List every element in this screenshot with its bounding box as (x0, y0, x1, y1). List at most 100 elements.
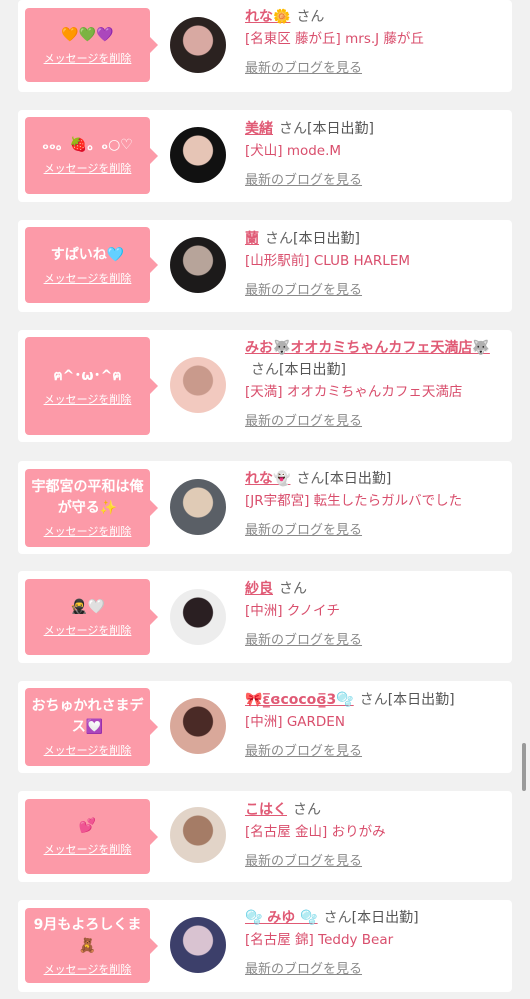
delete-message-link[interactable]: メッセージを削除 (44, 841, 132, 857)
avatar[interactable] (170, 17, 226, 73)
avatar[interactable] (170, 917, 226, 973)
honorific: さん (279, 581, 307, 597)
cast-info: れな🌼 さん [名東区 藤が丘] mrs.J 藤が丘 最新のブログを見る (245, 6, 507, 79)
honorific: さん (296, 9, 325, 25)
cast-info: 美緒 さん[本日出勤] [犬山] mode.M 最新のブログを見る (245, 118, 507, 191)
message-bubble: おちゅかれさまデス💟 メッセージを削除 (25, 688, 158, 766)
honorific: さん (265, 231, 293, 247)
delete-message-link[interactable]: メッセージを削除 (44, 622, 132, 638)
cast-name-link[interactable]: 美緒 (245, 121, 273, 137)
name-line: みお🐺オオカミちゃんカフェ天満店🐺 さん[本日出勤] (245, 337, 507, 381)
cast-name-link[interactable]: 蘭 (245, 231, 259, 247)
name-line: 蘭さん[本日出勤] (245, 228, 507, 250)
message-text: 宇都宮の平和は俺が守る✨ (31, 479, 144, 516)
cast-name-link[interactable]: れな🌼 (245, 9, 290, 25)
message-bubble: 9月もよろしくま🧸 メッセージを削除 (25, 908, 158, 983)
message-text: おちゅかれさまデス💟 (31, 698, 144, 735)
cast-name-link[interactable]: れな👻 (245, 471, 290, 487)
cast-info: 🎀ɛ̲̅ɞcocoɞ̲̅3🫧 さん[本日出勤] [中洲] GARDEN 最新のブロ… (245, 689, 507, 762)
honorific: さん (251, 362, 279, 378)
message-card: おちゅかれさまデス💟 メッセージを削除 🎀ɛ̲̅ɞcocoɞ̲̅3🫧 さん[本日出… (18, 681, 512, 773)
delete-message-link[interactable]: メッセージを削除 (44, 742, 132, 758)
cast-info: 蘭さん[本日出勤] [山形駅前] CLUB HARLEM 最新のブログを見る (245, 228, 507, 301)
shop-label: [天満] オオカミちゃんカフェ天満店 (245, 384, 463, 400)
cast-info: みお🐺オオカミちゃんカフェ天満店🐺 さん[本日出勤] [天満] オオカミちゃんカフ… (245, 337, 507, 432)
cast-name-link[interactable]: みお🐺オオカミちゃんカフェ天満店🐺 (245, 340, 490, 356)
status-badge: [本日出勤] (387, 692, 455, 708)
shop-label: [JR宇都宮] 転生したらガルバでした (245, 493, 463, 509)
shop-label: [名東区 藤が丘] mrs.J 藤が丘 (245, 31, 424, 47)
name-line: こはく さん (245, 799, 507, 821)
delete-message-link[interactable]: メッセージを削除 (44, 961, 132, 977)
shop-label: [中洲] クノイチ (245, 603, 341, 619)
shop-label: [名古屋 金山] おりがみ (245, 824, 386, 840)
delete-message-link[interactable]: メッセージを削除 (44, 50, 132, 66)
avatar[interactable] (170, 237, 226, 293)
message-text: ฅ^･ω･^ฅ (53, 367, 122, 384)
name-line: 🎀ɛ̲̅ɞcocoɞ̲̅3🫧 さん[本日出勤] (245, 689, 507, 711)
shop-label: [山形駅前] CLUB HARLEM (245, 253, 410, 269)
honorific: さん (279, 121, 307, 137)
honorific: さん (293, 802, 321, 818)
message-text: 🧡💚💜 (61, 26, 114, 43)
delete-message-link[interactable]: メッセージを削除 (44, 270, 132, 286)
message-bubble: すぱいね🩵 メッセージを削除 (25, 227, 158, 303)
message-text: 💕 (78, 818, 97, 834)
latest-blog-link[interactable]: 最新のブログを見る (245, 412, 362, 432)
cast-info: 紗良 さん [中洲] クノイチ 最新のブログを見る (245, 578, 507, 651)
delete-message-link[interactable]: メッセージを削除 (44, 523, 132, 539)
avatar[interactable] (170, 357, 226, 413)
status-badge: [本日出勤] (351, 910, 419, 926)
avatar[interactable] (170, 127, 226, 183)
message-card: 🧡💚💜 メッセージを削除 れな🌼 さん [名東区 藤が丘] mrs.J 藤が丘 最… (18, 0, 512, 92)
latest-blog-link[interactable]: 最新のブログを見る (245, 521, 362, 541)
message-text: すぱいね🩵 (50, 246, 125, 263)
delete-message-link[interactable]: メッセージを削除 (44, 391, 132, 407)
latest-blog-link[interactable]: 最新のブログを見る (245, 281, 362, 301)
message-bubble: 🧡💚💜 メッセージを削除 (25, 8, 158, 82)
message-text: ₒₒ。🍓。ₒ○♡ (42, 137, 133, 153)
message-card: 🥷🤍 メッセージを削除 紗良 さん [中洲] クノイチ 最新のブログを見る (18, 571, 512, 663)
cast-info: れな👻 さん[本日出勤] [JR宇都宮] 転生したらガルバでした 最新のブログを見… (245, 468, 507, 541)
status-badge: [本日出勤] (279, 362, 346, 378)
latest-blog-link[interactable]: 最新のブログを見る (245, 171, 362, 191)
latest-blog-link[interactable]: 最新のブログを見る (245, 960, 362, 980)
honorific: さん (359, 692, 388, 708)
latest-blog-link[interactable]: 最新のブログを見る (245, 631, 362, 651)
message-bubble: ₒₒ。🍓。ₒ○♡ メッセージを削除 (25, 117, 158, 194)
cast-info: こはく さん [名古屋 金山] おりがみ 最新のブログを見る (245, 799, 507, 872)
cast-name-link[interactable]: 紗良 (245, 581, 273, 597)
latest-blog-link[interactable]: 最新のブログを見る (245, 59, 362, 79)
status-badge: [本日出勤] (293, 231, 360, 247)
status-badge: [本日出勤] (324, 471, 392, 487)
avatar[interactable] (170, 479, 226, 535)
cast-name-link[interactable]: 🎀ɛ̲̅ɞcocoɞ̲̅3🫧 (245, 692, 354, 708)
message-card: すぱいね🩵 メッセージを削除 蘭さん[本日出勤] [山形駅前] CLUB HAR… (18, 220, 512, 312)
message-bubble: 宇都宮の平和は俺が守る✨ メッセージを削除 (25, 469, 158, 547)
name-line: 紗良 さん (245, 578, 507, 600)
honorific: さん (323, 910, 352, 926)
delete-message-link[interactable]: メッセージを削除 (44, 160, 132, 176)
message-text: 🥷🤍 (70, 598, 105, 615)
cast-name-link[interactable]: こはく (245, 802, 287, 818)
message-text: 9月もよろしくま🧸 (33, 916, 142, 954)
name-line: れな🌼 さん (245, 6, 507, 28)
scrollbar[interactable] (522, 743, 526, 791)
avatar[interactable] (170, 698, 226, 754)
latest-blog-link[interactable]: 最新のブログを見る (245, 852, 362, 872)
cast-info: 🫧 みゆ 🫧 さん[本日出勤] [名古屋 錦] Teddy Bear 最新のブログ… (245, 907, 507, 980)
message-card: 宇都宮の平和は俺が守る✨ メッセージを削除 れな👻 さん[本日出勤] [JR宇都宮… (18, 461, 512, 554)
cast-name-link[interactable]: 🫧 みゆ 🫧 (245, 910, 318, 926)
avatar[interactable] (170, 589, 226, 645)
message-card: ฅ^･ω･^ฅ メッセージを削除 みお🐺オオカミちゃんカフェ天満店🐺 さん[本日出… (18, 330, 512, 442)
name-line: 美緒 さん[本日出勤] (245, 118, 507, 140)
avatar[interactable] (170, 807, 226, 863)
message-bubble: ฅ^･ω･^ฅ メッセージを削除 (25, 337, 158, 435)
shop-label: [名古屋 錦] Teddy Bear (245, 932, 394, 948)
status-badge: [本日出勤] (307, 121, 374, 137)
shop-label: [犬山] mode.M (245, 143, 342, 159)
name-line: れな👻 さん[本日出勤] (245, 468, 507, 490)
name-line: 🫧 みゆ 🫧 さん[本日出勤] (245, 907, 507, 929)
message-card: ₒₒ。🍓。ₒ○♡ メッセージを削除 美緒 さん[本日出勤] [犬山] mode.M… (18, 110, 512, 202)
latest-blog-link[interactable]: 最新のブログを見る (245, 742, 362, 762)
